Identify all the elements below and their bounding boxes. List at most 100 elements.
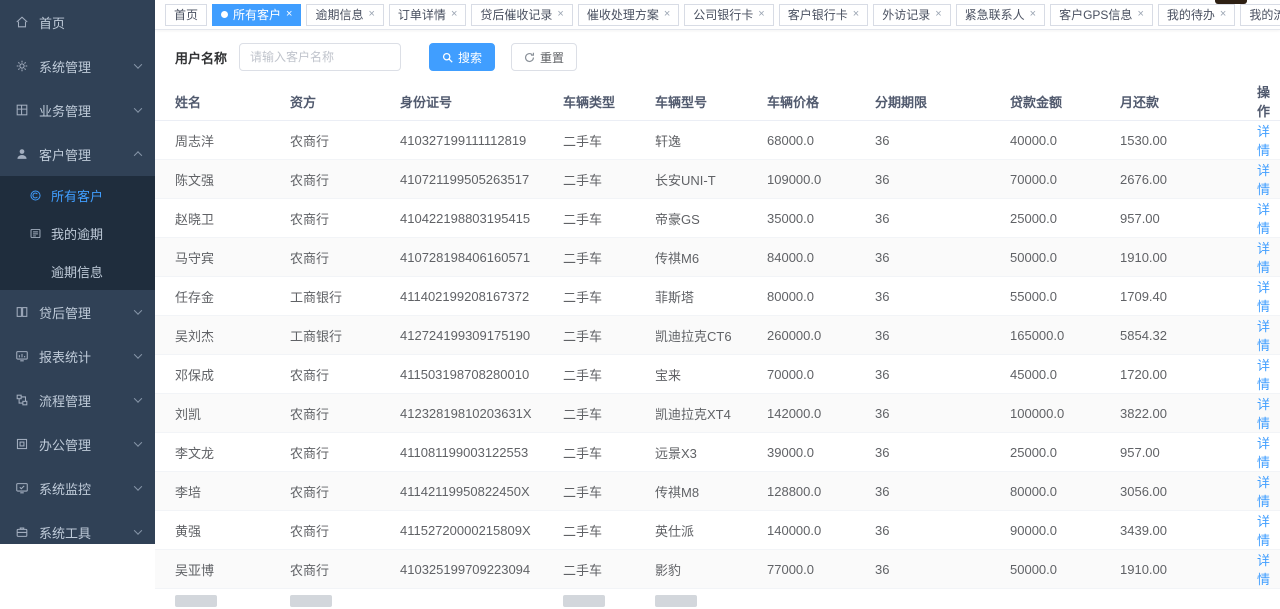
sidebar-item-label: 系统监控 xyxy=(39,479,91,498)
search-form: 用户名称 搜索 重置 xyxy=(155,30,1280,76)
detail-link[interactable]: 详情 xyxy=(1257,553,1270,587)
detail-link[interactable]: 详情 xyxy=(1257,397,1270,431)
close-icon[interactable]: × xyxy=(853,9,859,20)
table-row: 刘凯农商行41232819810203631X二手车凯迪拉克XT4142000.… xyxy=(155,394,1280,433)
tab-10[interactable]: 客户GPS信息 × xyxy=(1050,4,1153,26)
search-input[interactable] xyxy=(239,43,401,71)
close-icon[interactable]: × xyxy=(368,9,374,20)
detail-link[interactable]: 详情 xyxy=(1257,280,1270,314)
tab-0[interactable]: 首页 xyxy=(165,4,207,26)
active-dot-icon xyxy=(221,11,228,18)
tab-1[interactable]: 所有客户 × xyxy=(212,4,301,26)
cell: 二手车 xyxy=(563,472,655,511)
cell xyxy=(875,589,1010,609)
tab-6[interactable]: 公司银行卡 × xyxy=(684,4,773,26)
detail-link[interactable]: 详情 xyxy=(1257,475,1270,509)
detail-link[interactable]: 详情 xyxy=(1257,241,1270,275)
sidebar-subitem-0[interactable]: 所有客户 xyxy=(0,176,155,214)
sidebar-subitem-2[interactable]: 逾期信息 xyxy=(0,252,155,290)
tab-4[interactable]: 贷后催收记录 × xyxy=(471,4,572,26)
sidebar-item-label: 贷后管理 xyxy=(39,303,91,322)
sidebar-item-7[interactable]: 办公管理 xyxy=(0,422,155,466)
sidebar-item-8[interactable]: 系统监控 xyxy=(0,466,155,510)
tab-12[interactable]: 我的流程 × xyxy=(1240,4,1280,26)
close-icon[interactable]: × xyxy=(1137,9,1143,20)
cell: 45000.0 xyxy=(1010,355,1120,394)
close-icon[interactable]: × xyxy=(286,9,292,20)
cell: 李培 xyxy=(155,472,290,511)
tab-7[interactable]: 客户银行卡 × xyxy=(779,4,868,26)
tab-label: 逾期信息 xyxy=(315,6,363,23)
cell: 刘凯 xyxy=(155,394,290,433)
column-header-0: 姓名 xyxy=(155,82,290,121)
search-button[interactable]: 搜索 xyxy=(429,43,495,71)
search-icon xyxy=(442,52,453,63)
tab-3[interactable]: 订单详情 × xyxy=(389,4,466,26)
table-body: 周志洋农商行410327199111112819二手车轩逸68000.03640… xyxy=(155,121,1280,609)
detail-link[interactable]: 详情 xyxy=(1257,436,1270,470)
detail-link[interactable]: 详情 xyxy=(1257,358,1270,392)
customers-icon xyxy=(28,188,43,203)
reset-button[interactable]: 重置 xyxy=(511,43,577,71)
sidebar-item-1[interactable]: 系统管理 xyxy=(0,44,155,88)
tab-label: 客户银行卡 xyxy=(788,6,848,23)
main-area: 首页 所有客户 × 逾期信息 × 订单详情 × 贷后催收记录 × 催收处理方案 … xyxy=(155,0,1280,544)
detail-link[interactable]: 详情 xyxy=(1257,124,1270,158)
sidebar-subitem-1[interactable]: 我的逾期 xyxy=(0,214,155,252)
cell: 41142119950822450X xyxy=(400,472,563,511)
tab-label: 我的流程 xyxy=(1249,6,1280,23)
cell: 工商银行 xyxy=(290,277,400,316)
close-icon[interactable]: × xyxy=(451,9,457,20)
overdue-icon xyxy=(28,226,43,241)
sidebar-item-6[interactable]: 流程管理 xyxy=(0,378,155,422)
sidebar-item-4[interactable]: 贷后管理 xyxy=(0,290,155,334)
sidebar-item-label: 报表统计 xyxy=(39,347,91,366)
chevron-icon xyxy=(134,394,142,402)
customer-table: 姓名资方身份证号车辆类型车辆型号车辆价格分期期限贷款金额月还款操作 周志洋农商行… xyxy=(155,82,1280,609)
tab-label: 公司银行卡 xyxy=(693,6,753,23)
action-cell: 详情 xyxy=(1245,394,1280,433)
cell: 农商行 xyxy=(290,238,400,277)
refresh-icon xyxy=(524,52,535,63)
cell: 36 xyxy=(875,316,1010,355)
tab-8[interactable]: 外访记录 × xyxy=(873,4,950,26)
cell: 5854.32 xyxy=(1120,316,1245,355)
tab-11[interactable]: 我的待办 × xyxy=(1158,4,1235,26)
sidebar: 首页 系统管理 业务管理 客户管理 所有客户 我的逾期 逾期信息 贷后管理 报表… xyxy=(0,0,155,544)
detail-link[interactable]: 详情 xyxy=(1257,319,1270,353)
sidebar-item-3[interactable]: 客户管理 xyxy=(0,132,155,176)
chevron-icon xyxy=(134,482,142,490)
tab-5[interactable]: 催收处理方案 × xyxy=(578,4,679,26)
close-icon[interactable]: × xyxy=(664,9,670,20)
cell xyxy=(563,589,655,609)
close-icon[interactable]: × xyxy=(1030,9,1036,20)
chevron-icon xyxy=(134,438,142,446)
cell: 农商行 xyxy=(290,550,400,589)
detail-link[interactable]: 详情 xyxy=(1257,163,1270,197)
sidebar-item-2[interactable]: 业务管理 xyxy=(0,88,155,132)
gear-icon xyxy=(14,58,30,74)
close-icon[interactable]: × xyxy=(557,9,563,20)
close-icon[interactable]: × xyxy=(935,9,941,20)
action-cell: 详情 xyxy=(1245,472,1280,511)
detail-link[interactable]: 详情 xyxy=(1257,202,1270,236)
cell: 传祺M8 xyxy=(655,472,767,511)
cell: 农商行 xyxy=(290,394,400,433)
sidebar-item-label: 系统工具 xyxy=(39,523,91,542)
sidebar-item-9[interactable]: 系统工具 xyxy=(0,510,155,544)
sidebar-item-label: 业务管理 xyxy=(39,101,91,120)
column-header-1: 资方 xyxy=(290,82,400,121)
sidebar-item-5[interactable]: 报表统计 xyxy=(0,334,155,378)
close-icon[interactable]: × xyxy=(1220,9,1226,20)
close-icon[interactable]: × xyxy=(758,9,764,20)
cell: 411081199003122553 xyxy=(400,433,563,472)
cell: 957.00 xyxy=(1120,199,1245,238)
cell: 李文龙 xyxy=(155,433,290,472)
tab-9[interactable]: 紧急联系人 × xyxy=(956,4,1045,26)
detail-link[interactable]: 详情 xyxy=(1257,514,1270,548)
clipped-text xyxy=(290,595,332,607)
sidebar-item-0[interactable]: 首页 xyxy=(0,0,155,44)
tab-2[interactable]: 逾期信息 × xyxy=(306,4,383,26)
cell: 36 xyxy=(875,199,1010,238)
cell: 传祺M6 xyxy=(655,238,767,277)
